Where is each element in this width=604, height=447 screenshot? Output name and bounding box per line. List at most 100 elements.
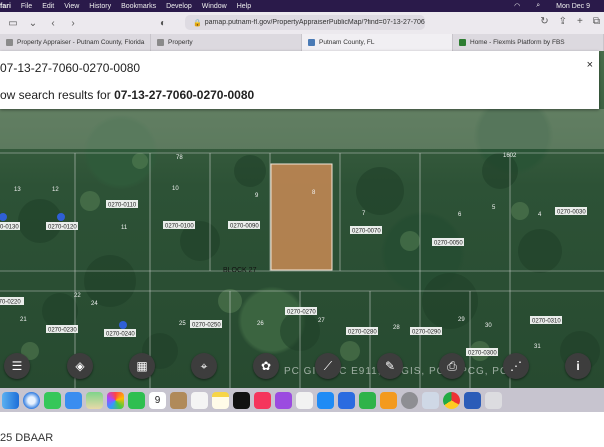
- tab-property-appraiser[interactable]: Property Appraiser - Putnam County, Flor…: [0, 34, 151, 51]
- menu-history[interactable]: History: [89, 3, 111, 10]
- photos-icon[interactable]: [107, 391, 124, 409]
- lot-number: 6: [458, 212, 462, 218]
- parcel-label: 0270-0110: [106, 200, 138, 209]
- contacts-icon[interactable]: [170, 391, 187, 409]
- facetime-icon[interactable]: [128, 391, 145, 409]
- word-icon[interactable]: [464, 391, 481, 409]
- lot-number: 11: [121, 225, 128, 231]
- parcel-label: 0270-0050: [432, 238, 464, 247]
- wifi-icon[interactable]: ◠: [514, 2, 520, 10]
- lot-number: 22: [74, 293, 81, 299]
- maps-icon[interactable]: [86, 391, 103, 409]
- keynote-icon[interactable]: [338, 391, 355, 409]
- messages-icon[interactable]: [44, 391, 61, 409]
- mail-icon[interactable]: [65, 391, 82, 409]
- lot-number: 24: [91, 301, 98, 307]
- finder-icon[interactable]: [2, 391, 19, 409]
- lot-number: 29: [458, 317, 465, 323]
- parcel-label-text: 0270-0070: [352, 229, 381, 235]
- preview-icon[interactable]: [422, 391, 439, 409]
- tab-flexmls[interactable]: Home - Flexmls Platform by FBS: [453, 34, 604, 51]
- location-icon[interactable]: ⌖: [191, 353, 217, 379]
- menu-view[interactable]: View: [64, 3, 79, 10]
- search-icon[interactable]: ⌕: [536, 2, 540, 10]
- favicon-icon: [308, 39, 315, 46]
- menu-help[interactable]: Help: [237, 3, 251, 10]
- menu-bookmarks[interactable]: Bookmarks: [121, 3, 156, 10]
- safari-icon[interactable]: [23, 391, 40, 409]
- lot-number: 10: [172, 186, 179, 192]
- parcel-label: 0270-0070: [350, 226, 382, 235]
- tab-putnam-county[interactable]: Putnam County, FL: [302, 34, 453, 51]
- share-icon[interactable]: ⇪: [559, 16, 567, 27]
- lot-number: 78: [176, 155, 183, 161]
- palette-icon[interactable]: ✿: [253, 353, 279, 379]
- menu-edit[interactable]: Edit: [42, 3, 54, 10]
- tab-overview-icon[interactable]: ⧉: [593, 16, 600, 27]
- appstore-icon[interactable]: [317, 391, 334, 409]
- reminders-icon[interactable]: [191, 391, 208, 409]
- close-icon[interactable]: ×: [587, 59, 593, 71]
- grid-icon[interactable]: ▦: [129, 353, 155, 379]
- menu-file[interactable]: File: [21, 3, 32, 10]
- lot-number: 4: [538, 212, 542, 218]
- app-name[interactable]: fari: [0, 3, 11, 10]
- numbers-icon[interactable]: [359, 391, 376, 409]
- lot-number: 7: [362, 211, 366, 217]
- selected-parcel: [270, 163, 333, 271]
- parcel-label-text: 0270-0240: [106, 332, 135, 338]
- tab-label: Property: [168, 39, 193, 46]
- shield-icon[interactable]: ◐: [156, 16, 170, 30]
- address-bar[interactable]: 🔒 pamap.putnam-fl.gov/PropertyAppraiserP…: [185, 15, 425, 30]
- tab-label: Property Appraiser - Putnam County, Flor…: [17, 39, 145, 46]
- lot-number: 13: [14, 187, 21, 193]
- lot-number: 5: [492, 205, 496, 211]
- parcel-label: 0270-0310: [530, 316, 562, 325]
- address-url: pamap.putnam-fl.gov/PropertyAppraiserPub…: [204, 19, 425, 26]
- tab-label: Home - Flexmls Platform by FBS: [470, 39, 565, 46]
- tv-icon[interactable]: [233, 391, 250, 409]
- caption: 25 DBAAR: [0, 432, 54, 444]
- reload-icon[interactable]: ↻: [540, 16, 548, 27]
- search-results-heading: ow search results for 07-13-27-7060-0270…: [0, 88, 254, 102]
- print-icon[interactable]: ⎙: [439, 353, 465, 379]
- layers-icon[interactable]: ◈: [67, 353, 93, 379]
- menu-window[interactable]: Window: [202, 3, 227, 10]
- parcel-label-text: 0270-0250: [192, 323, 221, 329]
- parcel-label-text: 0270-0270: [287, 310, 316, 316]
- parcel-label-text: 0270-0120: [48, 225, 77, 231]
- measure-icon[interactable]: ⟋: [315, 353, 341, 379]
- parcel-label-text: 0270-0130: [0, 225, 19, 231]
- lot-number: 26: [257, 321, 264, 327]
- chevron-down-icon[interactable]: ⌄: [26, 16, 40, 30]
- new-tab-icon[interactable]: +: [577, 16, 583, 27]
- tab-property[interactable]: Property: [151, 34, 302, 51]
- parcel-label-text: 0270-0290: [412, 330, 441, 336]
- parcel-label-text: 0270-0030: [557, 210, 586, 216]
- parcel-label: 0270-0230: [46, 325, 78, 334]
- pages-icon[interactable]: [380, 391, 397, 409]
- lot-number: 31: [534, 344, 541, 350]
- share-icon[interactable]: ⋰: [503, 353, 529, 379]
- news-icon[interactable]: [296, 391, 313, 409]
- podcasts-icon[interactable]: [275, 391, 292, 409]
- back-icon[interactable]: ‹: [46, 16, 60, 30]
- draw-icon[interactable]: ✎: [377, 353, 403, 379]
- forward-icon[interactable]: ›: [66, 16, 80, 30]
- settings-icon[interactable]: [401, 391, 418, 409]
- menu-develop[interactable]: Develop: [166, 3, 192, 10]
- music-icon[interactable]: [254, 391, 271, 409]
- calendar-icon[interactable]: 9: [149, 391, 166, 409]
- parcel-label: 0270-0270: [285, 307, 317, 316]
- chrome-icon[interactable]: [443, 391, 460, 409]
- lot-number: 1602: [503, 153, 517, 159]
- parcel-label: 0270-0030: [555, 207, 587, 216]
- clock[interactable]: Mon Dec 9: [556, 3, 590, 10]
- trash-icon[interactable]: [485, 391, 502, 409]
- sidebar-icon[interactable]: ▭: [6, 16, 20, 30]
- list-icon[interactable]: ☰: [4, 353, 30, 379]
- tab-bar: Property Appraiser - Putnam County, Flor…: [0, 34, 604, 51]
- map-marker: [0, 213, 7, 221]
- notes-icon[interactable]: [212, 391, 229, 409]
- info-icon[interactable]: i: [565, 353, 591, 379]
